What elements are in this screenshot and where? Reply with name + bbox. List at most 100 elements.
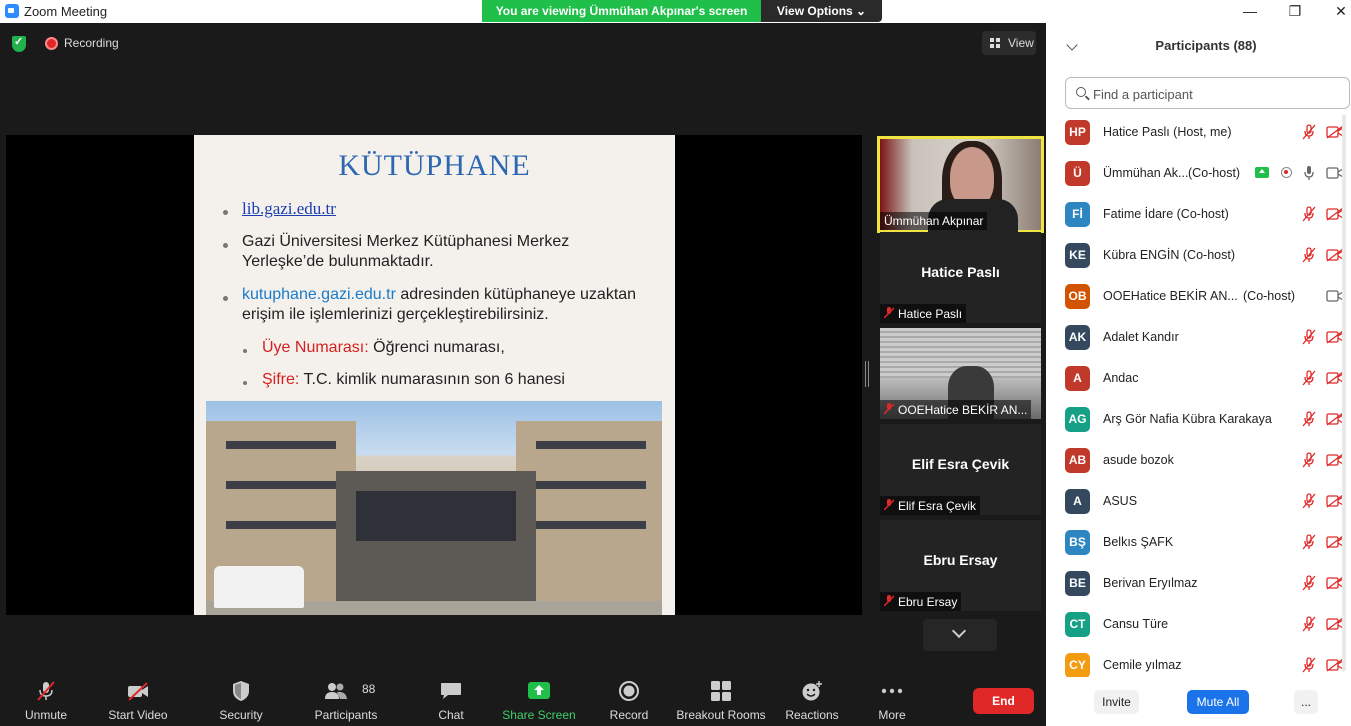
participant-row[interactable]: BE Berivan Eryılmaz xyxy=(1046,568,1351,609)
panel-more-button[interactable]: ... xyxy=(1294,690,1318,714)
reactions-button[interactable]: Reactions xyxy=(782,672,842,726)
invite-button[interactable]: Invite xyxy=(1094,690,1139,714)
participant-name: Fatime İdare (Co-host) xyxy=(1103,207,1229,221)
participant-row[interactable]: KE Kübra ENGİN (Co-host) xyxy=(1046,240,1351,281)
participant-name: Cemile yılmaz xyxy=(1103,658,1182,672)
library-building-photo xyxy=(206,401,662,615)
more-dots-icon xyxy=(881,688,903,694)
tile-name: Ümmühan Akpınar xyxy=(880,212,988,230)
view-button[interactable]: View xyxy=(982,31,1036,55)
muted-mic-icon[interactable] xyxy=(1302,534,1316,550)
tile-name: Ebru Ersay xyxy=(898,595,958,609)
participant-row[interactable]: AB asude bozok xyxy=(1046,445,1351,486)
participant-row[interactable]: CY Cemile yılmaz xyxy=(1046,650,1351,677)
muted-mic-icon[interactable] xyxy=(1302,370,1316,386)
close-button[interactable]: ✕ xyxy=(1326,1,1351,21)
muted-mic-icon[interactable] xyxy=(1302,247,1316,263)
video-tile-active-speaker[interactable]: Ümmühan Akpınar xyxy=(877,136,1044,234)
participant-row[interactable]: HP Hatice Paslı (Host, me) xyxy=(1046,117,1351,158)
participant-row[interactable]: BŞ Belkıs ŞAFK xyxy=(1046,527,1351,568)
muted-mic-icon[interactable] xyxy=(1302,411,1316,427)
thumbnails-scroll-down-button[interactable] xyxy=(923,619,997,651)
window-title: Zoom Meeting xyxy=(24,4,108,19)
participant-name: Hatice Paslı (Host, me) xyxy=(1103,125,1232,139)
participant-role: (Co-host) xyxy=(1243,289,1296,303)
avatar: AB xyxy=(1065,448,1090,473)
muted-mic-icon[interactable] xyxy=(1302,452,1316,468)
start-video-button[interactable]: Start Video xyxy=(104,672,172,726)
bullet-dot xyxy=(223,296,228,301)
participant-row[interactable]: AK Adalet Kandır xyxy=(1046,322,1351,363)
participant-row[interactable]: A ASUS xyxy=(1046,486,1351,527)
video-tile[interactable]: OOEHatice BEKİR AN... xyxy=(880,328,1041,419)
participant-search-input[interactable] xyxy=(1093,84,1343,104)
unmute-label: Unmute xyxy=(24,708,68,722)
record-button[interactable]: Record xyxy=(604,672,654,726)
recording-icon xyxy=(45,37,58,50)
mic-icon[interactable] xyxy=(1302,165,1316,181)
chat-button[interactable]: Chat xyxy=(425,672,477,726)
muted-mic-icon[interactable] xyxy=(1302,616,1316,632)
chat-icon xyxy=(441,683,461,699)
video-tile[interactable]: Hatice Paslı Hatice Paslı xyxy=(880,232,1041,323)
sub-bullet-dot xyxy=(243,381,247,385)
participant-name: ASUS xyxy=(1103,494,1138,508)
participant-row[interactable]: CT Cansu Türe xyxy=(1046,609,1351,650)
member-number-value: Öğrenci numarası, xyxy=(368,339,505,356)
record-label: Record xyxy=(609,708,649,722)
participant-name: Ümmühan Ak... xyxy=(1103,166,1189,180)
view-label: View xyxy=(1008,36,1034,50)
muted-mic-icon xyxy=(884,403,894,415)
recording-label[interactable]: Recording xyxy=(64,36,119,50)
avatar: Ü xyxy=(1065,161,1090,186)
restore-button[interactable]: ❐ xyxy=(1280,1,1310,21)
muted-mic-icon[interactable] xyxy=(1302,575,1316,591)
video-tile[interactable]: Elif Esra Çevik Elif Esra Çevik xyxy=(880,424,1041,515)
muted-mic-icon[interactable] xyxy=(1302,329,1316,345)
slide-bullet-3-line-1: kutuphane.gazi.edu.tr adresinden kütüpha… xyxy=(242,285,636,305)
start-video-label: Start Video xyxy=(108,708,168,722)
participant-row[interactable]: A Andac xyxy=(1046,363,1351,404)
view-options-button[interactable]: View Options ⌄ xyxy=(761,0,882,22)
participants-count: 88 xyxy=(362,682,376,696)
avatar: OB xyxy=(1065,284,1090,309)
muted-mic-icon[interactable] xyxy=(1302,493,1316,509)
share-screen-button[interactable]: Share Screen xyxy=(502,672,576,726)
participant-name: Arş Gör Nafia Kübra Karakaya xyxy=(1103,412,1272,426)
participant-row[interactable]: Ü Ümmühan Ak... (Co-host) xyxy=(1046,158,1351,199)
participant-list-scrollbar[interactable] xyxy=(1342,115,1346,671)
muted-mic-icon[interactable] xyxy=(1302,124,1316,140)
chevron-down-icon xyxy=(951,623,967,639)
tile-big-name: Elif Esra Çevik xyxy=(911,456,1010,472)
bullet-dot xyxy=(223,210,228,215)
avatar: CY xyxy=(1065,653,1090,677)
avatar: AG xyxy=(1065,407,1090,432)
participant-name: Cansu Türe xyxy=(1103,617,1169,631)
tile-name-label: Ebru Ersay xyxy=(880,592,962,611)
end-meeting-button[interactable]: End xyxy=(973,688,1034,714)
participant-row[interactable]: OB OOEHatice BEKİR AN... (Co-host) xyxy=(1046,281,1351,322)
minimize-button[interactable]: — xyxy=(1235,1,1265,21)
more-button[interactable]: More xyxy=(866,672,918,726)
participants-button[interactable]: 88 Participants xyxy=(310,672,382,726)
tile-name-label: OOEHatice BEKİR AN... xyxy=(880,400,1032,419)
avatar: A xyxy=(1065,366,1090,391)
unmute-button[interactable]: Unmute xyxy=(12,672,80,726)
tile-name-label: Elif Esra Çevik xyxy=(880,496,981,515)
muted-mic-icon[interactable] xyxy=(1302,657,1316,673)
video-tile[interactable]: Ebru Ersay Ebru Ersay xyxy=(880,520,1041,611)
encryption-shield-icon[interactable] xyxy=(12,35,26,52)
video-off-icon xyxy=(128,682,148,701)
breakout-rooms-button[interactable]: Breakout Rooms xyxy=(675,672,767,726)
muted-mic-icon[interactable] xyxy=(1302,206,1316,222)
splitter-handle[interactable] xyxy=(865,361,869,387)
participant-row[interactable]: Fİ Fatime İdare (Co-host) xyxy=(1046,199,1351,240)
security-button[interactable]: Security xyxy=(210,672,272,726)
mute-all-button[interactable]: Mute All xyxy=(1187,690,1249,714)
participant-search[interactable] xyxy=(1065,77,1350,109)
avatar: KE xyxy=(1065,243,1090,268)
tile-name: Hatice Paslı xyxy=(898,307,963,321)
participant-row[interactable]: AG Arş Gör Nafia Kübra Karakaya xyxy=(1046,404,1351,445)
tile-big-name: Ebru Ersay xyxy=(923,552,998,568)
share-screen-icon xyxy=(528,682,550,699)
